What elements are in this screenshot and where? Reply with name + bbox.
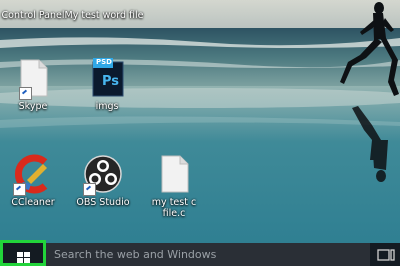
desktop-icon-my-test-c-file[interactable]: my test c file.c — [141, 154, 207, 219]
task-view-icon[interactable] — [376, 247, 396, 263]
desktop-icon-imgs[interactable]: PSD Ps imgs — [74, 58, 140, 112]
desktop-icon-label: imgs — [95, 101, 119, 112]
photoshop-psd-icon: PSD Ps — [87, 58, 127, 98]
control-panel-label[interactable]: Control Panel — [0, 10, 73, 21]
shortcut-arrow-icon — [83, 183, 96, 196]
desktop-icon-label: Skype — [18, 101, 48, 112]
start-button[interactable] — [0, 240, 46, 266]
psd-badge: PSD — [96, 58, 112, 66]
desktop: Control Panel My test word file Skype PS… — [0, 0, 400, 266]
search-placeholder: Search the web and Windows — [54, 248, 217, 261]
search-box[interactable]: Search the web and Windows — [46, 243, 370, 266]
desktop-icon-label: OBS Studio — [76, 197, 130, 208]
desktop-icon-skype[interactable]: Skype — [0, 58, 66, 112]
desktop-icon-label: CCleaner — [11, 197, 55, 208]
ps-letters: Ps — [102, 74, 120, 89]
desktop-icon-label: my test c file.c — [151, 197, 197, 219]
desktop-icon-ccleaner[interactable]: CCleaner — [0, 154, 66, 208]
windows-logo-icon — [17, 252, 30, 264]
desktop-icon-obs-studio[interactable]: OBS Studio — [70, 154, 136, 208]
shortcut-arrow-icon — [19, 87, 32, 100]
blank-file-icon — [154, 154, 194, 194]
blank-file-icon — [13, 58, 53, 100]
shortcut-arrow-icon — [13, 183, 26, 196]
my-test-word-file-label[interactable]: My test word file — [64, 10, 144, 21]
wallpaper-beach-runner — [0, 0, 400, 246]
ccleaner-icon — [13, 154, 53, 196]
obs-studio-icon — [83, 154, 123, 196]
